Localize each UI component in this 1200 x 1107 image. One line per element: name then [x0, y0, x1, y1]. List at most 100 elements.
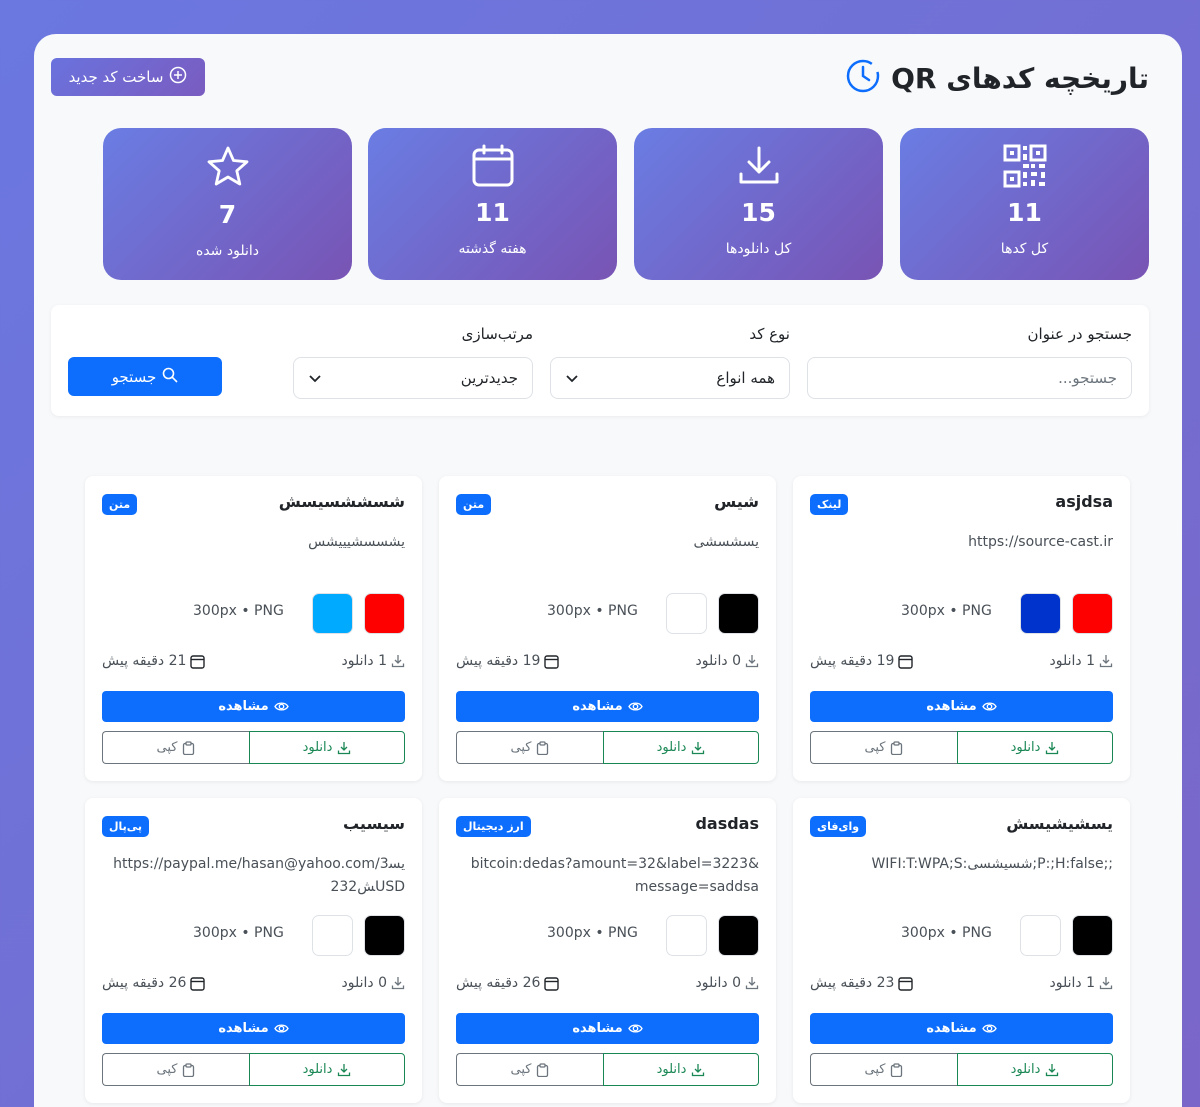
- download-count-text: 0 دانلود: [695, 975, 742, 991]
- copy-button[interactable]: کپی: [810, 1053, 957, 1086]
- filter-panel: جستجو در عنوان جستجو... نوع کد همه انواع…: [51, 305, 1149, 416]
- calendar-icon: [544, 976, 560, 991]
- copy-button[interactable]: کپی: [102, 1053, 249, 1086]
- download-button-label: دانلود: [656, 740, 687, 755]
- download-count-text: 1 دانلود: [1049, 653, 1096, 669]
- qr-card: یسشیشیسش وای‌فای WIFI:T:WPA;S:شسیشسی;P:;…: [793, 798, 1130, 1103]
- timestamp-text: 23 دقیقه پیش: [810, 975, 895, 991]
- card-timestamp: 26 دقیقه پیش: [456, 975, 560, 991]
- calendar-icon: [190, 976, 206, 991]
- search-label: جستجو در عنوان: [1027, 325, 1132, 343]
- download-button[interactable]: دانلود: [603, 731, 759, 764]
- stat-total-codes: 11 کل کدها: [900, 128, 1149, 280]
- download-button[interactable]: دانلود: [957, 731, 1113, 764]
- download-count-text: 1 دانلود: [341, 653, 388, 669]
- view-button[interactable]: مشاهده: [810, 1013, 1113, 1044]
- download-icon: [691, 1063, 705, 1077]
- eye-icon: [627, 1021, 643, 1036]
- copy-button-label: کپی: [864, 1062, 886, 1077]
- download-button[interactable]: دانلود: [249, 731, 405, 764]
- stat-value: 11: [1007, 198, 1042, 227]
- copy-button[interactable]: کپی: [810, 731, 957, 764]
- chevron-down-icon: [565, 371, 579, 389]
- copy-button-label: کپی: [156, 1062, 178, 1077]
- foreground-color-swatch: [1072, 915, 1113, 956]
- type-select[interactable]: همه انواع: [550, 357, 790, 399]
- calendar-icon: [898, 976, 914, 991]
- card-type-badge: پی‌پال: [102, 816, 150, 837]
- download-button[interactable]: دانلود: [249, 1053, 405, 1086]
- stat-total-downloads: 15 کل دانلودها: [634, 128, 883, 280]
- card-timestamp: 26 دقیقه پیش: [102, 975, 206, 991]
- stat-label: کل کدها: [1000, 241, 1049, 257]
- view-button-label: مشاهده: [926, 1021, 977, 1036]
- stat-label: هفته گذشته: [458, 241, 527, 257]
- download-icon: [1099, 976, 1113, 990]
- download-button-label: دانلود: [1010, 740, 1041, 755]
- type-label: نوع کد: [749, 325, 790, 343]
- card-download-count: 1 دانلود: [1050, 975, 1114, 991]
- stat-value: 15: [741, 198, 776, 227]
- download-button-label: دانلود: [302, 1062, 333, 1077]
- page-title-text: تاریخچه کدهای QR: [891, 61, 1149, 95]
- calendar-icon: [471, 128, 515, 192]
- new-code-button[interactable]: ساخت کد جدید: [51, 58, 205, 96]
- copy-button[interactable]: کپی: [456, 731, 603, 764]
- clipboard-icon: [890, 1062, 903, 1077]
- card-timestamp: 23 دقیقه پیش: [810, 975, 914, 991]
- card-actions: دانلود کپی: [456, 731, 759, 764]
- new-code-label: ساخت کد جدید: [68, 68, 164, 86]
- download-icon: [1045, 741, 1059, 755]
- view-button[interactable]: مشاهده: [102, 1013, 405, 1044]
- view-button-label: مشاهده: [572, 1021, 623, 1036]
- card-type-badge: متن: [102, 494, 138, 515]
- card-title: dasdas: [695, 814, 759, 833]
- card-actions: دانلود کپی: [102, 731, 405, 764]
- clipboard-icon: [182, 1062, 195, 1077]
- calendar-icon: [190, 654, 206, 669]
- card-download-count: 0 دانلود: [342, 975, 406, 991]
- card-format-meta: 300px • PNG: [547, 925, 638, 941]
- search-placeholder: جستجو...: [1058, 369, 1117, 387]
- eye-icon: [627, 699, 643, 714]
- timestamp-text: 26 دقیقه پیش: [102, 975, 187, 991]
- sort-select[interactable]: جدیدترین: [293, 357, 533, 399]
- view-button[interactable]: مشاهده: [456, 691, 759, 722]
- stat-value: 11: [475, 198, 510, 227]
- card-format-meta: 300px • PNG: [901, 925, 992, 941]
- eye-icon: [273, 1021, 289, 1036]
- card-timestamp: 21 دقیقه پیش: [102, 653, 206, 669]
- sort-select-value: جدیدترین: [460, 369, 518, 387]
- card-type-badge: وای‌فای: [810, 816, 867, 837]
- background-color-swatch: [666, 593, 707, 634]
- background-color-swatch: [1020, 593, 1061, 634]
- sort-label: مرتب‌سازی: [461, 325, 533, 343]
- download-button[interactable]: دانلود: [603, 1053, 759, 1086]
- search-input[interactable]: جستجو...: [807, 357, 1132, 399]
- download-button[interactable]: دانلود: [957, 1053, 1113, 1086]
- qr-card: سیسیب پی‌پال https://paypal.me/hasan@yah…: [85, 798, 422, 1103]
- chevron-down-icon: [308, 371, 322, 389]
- card-title: شیس: [714, 492, 759, 511]
- card-actions: دانلود کپی: [810, 1053, 1113, 1086]
- view-button[interactable]: مشاهده: [102, 691, 405, 722]
- download-icon: [337, 1063, 351, 1077]
- card-title: سیسیب: [342, 814, 405, 833]
- view-button[interactable]: مشاهده: [456, 1013, 759, 1044]
- clipboard-icon: [536, 1062, 549, 1077]
- foreground-color-swatch: [364, 915, 405, 956]
- copy-button[interactable]: کپی: [456, 1053, 603, 1086]
- card-format-meta: 300px • PNG: [901, 603, 992, 619]
- clipboard-icon: [536, 740, 549, 755]
- view-button-label: مشاهده: [218, 699, 269, 714]
- view-button-label: مشاهده: [572, 699, 623, 714]
- card-actions: دانلود کپی: [810, 731, 1113, 764]
- copy-button[interactable]: کپی: [102, 731, 249, 764]
- download-icon: [391, 654, 405, 668]
- search-icon: [162, 367, 178, 387]
- card-format-meta: 300px • PNG: [193, 603, 284, 619]
- card-type-badge: متن: [456, 494, 492, 515]
- search-button[interactable]: جستجو: [68, 357, 222, 396]
- view-button[interactable]: مشاهده: [810, 691, 1113, 722]
- background-color-swatch: [312, 593, 353, 634]
